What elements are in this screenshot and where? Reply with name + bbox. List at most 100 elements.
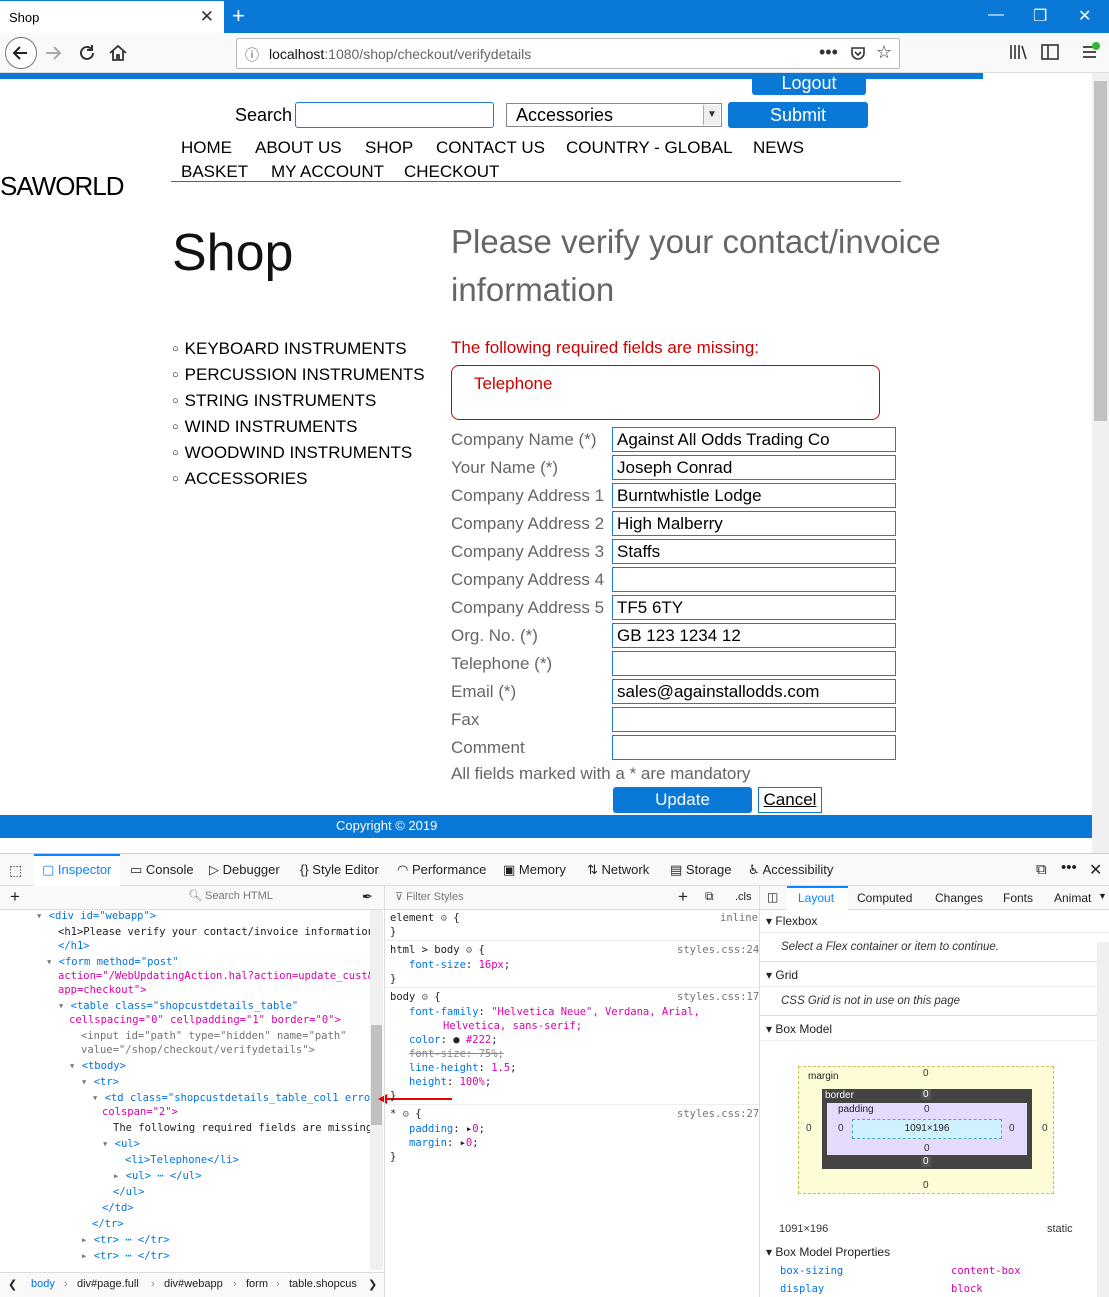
input-company-name[interactable]: Against All Odds Trading Co: [612, 427, 896, 452]
rule-selector[interactable]: element ⚙ {: [390, 912, 460, 924]
box-model-header[interactable]: ▾ Box Model: [766, 1022, 832, 1036]
category-wind[interactable]: WIND INSTRUMENTS: [172, 417, 358, 437]
browser-tab[interactable]: Shop ✕: [0, 1, 224, 33]
dock-icon[interactable]: ⧉: [1036, 861, 1047, 878]
html-line[interactable]: <h1>Please verify your contact/invoice i…: [58, 926, 374, 938]
menu-news[interactable]: NEWS: [753, 138, 804, 158]
bm-prop-value[interactable]: block: [951, 1283, 983, 1295]
category-select[interactable]: Accessories ▼: [506, 103, 722, 127]
rule-selector[interactable]: * ⚙ {: [390, 1108, 422, 1120]
minimize-icon[interactable]: —: [988, 6, 1004, 24]
chevron-down-icon[interactable]: ▼: [1098, 891, 1107, 901]
box-model-margin[interactable]: margin 0 0 0 0 border 0 0 padding 0 0 0 …: [798, 1066, 1054, 1194]
reload-button[interactable]: [76, 42, 98, 64]
breadcrumb-table[interactable]: table.shopcus: [289, 1278, 357, 1290]
eyedropper-icon[interactable]: ✒: [362, 889, 373, 905]
tab-computed[interactable]: Computed: [857, 891, 912, 905]
close-tab-icon[interactable]: ✕: [200, 7, 214, 27]
html-line-selected[interactable]: ▾ <td class="shopcustdetails_table_col1 …: [92, 1092, 383, 1104]
breadcrumb-right-icon[interactable]: ❯: [368, 1278, 377, 1291]
menu-country-global[interactable]: COUNTRY - GLOBAL: [566, 138, 733, 158]
border-bottom[interactable]: 0: [921, 1156, 931, 1167]
breadcrumb-page[interactable]: div#page.full: [77, 1278, 139, 1290]
add-node-icon[interactable]: +: [10, 887, 20, 907]
tab-inspector[interactable]: ▢ Inspector: [42, 862, 111, 878]
tab-performance[interactable]: ◠ Performance: [397, 862, 486, 878]
category-accessories[interactable]: ACCESSORIES: [172, 469, 308, 489]
flexbox-header[interactable]: ▾ Flexbox: [766, 914, 817, 928]
input-email[interactable]: sales@againstallodds.com: [612, 679, 896, 704]
close-devtools-icon[interactable]: ✕: [1089, 860, 1102, 880]
tab-fonts[interactable]: Fonts: [1003, 891, 1033, 905]
html-line[interactable]: ▾ <tr>: [81, 1076, 119, 1088]
tab-console[interactable]: ▭ Console: [130, 862, 194, 878]
markup-scrollbar[interactable]: [370, 910, 383, 1270]
close-window-icon[interactable]: ✕: [1078, 6, 1091, 26]
menu-my-account[interactable]: MY ACCOUNT: [271, 162, 384, 182]
toggle-pane-icon[interactable]: ◫: [767, 890, 778, 904]
html-line[interactable]: ▸ <tr> ⋯ </tr>: [81, 1250, 170, 1262]
menu-shop[interactable]: SHOP: [365, 138, 413, 158]
rule-source[interactable]: styles.css:27: [677, 1108, 759, 1120]
sidebar-icon[interactable]: [1040, 42, 1060, 62]
breadcrumb-webapp[interactable]: div#webapp: [164, 1278, 223, 1290]
input-address-3[interactable]: Staffs: [612, 539, 896, 564]
input-your-name[interactable]: Joseph Conrad: [612, 455, 896, 480]
html-line[interactable]: </tr>: [92, 1218, 124, 1230]
site-logo[interactable]: SAWORLD: [0, 171, 124, 202]
input-org-no[interactable]: GB 123 1234 12: [612, 623, 896, 648]
rule-source[interactable]: inline: [720, 912, 758, 924]
pocket-icon[interactable]: [849, 44, 867, 62]
tab-animations[interactable]: Animat: [1054, 891, 1091, 905]
html-line[interactable]: </ul>: [113, 1186, 145, 1198]
input-telephone[interactable]: [612, 651, 896, 676]
html-line[interactable]: value="/shop/checkout/verifydetails">: [81, 1044, 315, 1056]
rule-prop[interactable]: line-height: 1.5;: [409, 1062, 517, 1074]
cls-button[interactable]: .cls: [735, 891, 752, 903]
pick-element-icon[interactable]: ⬚: [9, 862, 22, 879]
html-line[interactable]: <input id="path" type="hidden" name="pat…: [81, 1030, 347, 1042]
rule-source[interactable]: styles.css:17: [677, 991, 759, 1003]
menu-contact-us[interactable]: CONTACT US: [436, 138, 545, 158]
margin-left[interactable]: 0: [806, 1123, 812, 1134]
search-html-input[interactable]: 🔍︎ Search HTML: [188, 889, 356, 907]
markup-scrollbar-thumb[interactable]: [371, 1025, 382, 1125]
html-line[interactable]: </h1>: [58, 940, 90, 952]
category-keyboard[interactable]: KEYBOARD INSTRUMENTS: [172, 339, 407, 359]
submit-button[interactable]: Submit: [728, 102, 868, 128]
border-top[interactable]: 0: [921, 1089, 931, 1100]
tab-network[interactable]: ⇅ Network: [587, 862, 649, 878]
tab-style-editor[interactable]: {} Style Editor: [300, 862, 379, 877]
padding-top[interactable]: 0: [924, 1104, 930, 1115]
more-options-icon[interactable]: •••: [1061, 859, 1077, 876]
rule-prop[interactable]: font-size: 16px;: [409, 959, 510, 971]
tab-accessibility[interactable]: ♿ Accessibility: [748, 862, 833, 878]
box-model-content[interactable]: 1091×196: [852, 1119, 1002, 1139]
page-scrollbar[interactable]: [1092, 73, 1109, 853]
bookmark-star-icon[interactable]: ☆: [876, 42, 892, 63]
restore-icon[interactable]: ❐: [1033, 6, 1047, 26]
chevron-down-icon[interactable]: ▼: [703, 105, 720, 125]
margin-top[interactable]: 0: [923, 1068, 929, 1079]
padding-bottom[interactable]: 0: [924, 1143, 930, 1154]
logout-button[interactable]: Logout: [752, 73, 866, 95]
cancel-button[interactable]: Cancel: [758, 787, 822, 813]
menu-checkout[interactable]: CHECKOUT: [404, 162, 499, 182]
url-bar[interactable]: ⓘ localhost:1080/shop/checkout/verifydet…: [236, 38, 900, 69]
grid-header[interactable]: ▾ Grid: [766, 968, 798, 982]
tab-storage[interactable]: ▤ Storage: [670, 862, 731, 878]
category-string[interactable]: STRING INSTRUMENTS: [172, 391, 377, 411]
rule-prop[interactable]: margin: ▸0;: [409, 1137, 479, 1149]
update-button[interactable]: Update: [613, 787, 752, 813]
category-woodwind[interactable]: WOODWIND INSTRUMENTS: [172, 443, 413, 463]
input-fax[interactable]: [612, 707, 896, 732]
layout-scrollbar[interactable]: [1097, 942, 1109, 1297]
html-line[interactable]: ▾ <ul>: [102, 1138, 140, 1150]
html-line[interactable]: ▸ <ul> ⋯ </ul>: [113, 1170, 202, 1182]
library-icon[interactable]: [1008, 42, 1028, 62]
html-line[interactable]: action="/WebUpdatingAction.hal?action=up…: [58, 970, 374, 982]
input-address-2[interactable]: High Malberry: [612, 511, 896, 536]
toggle-pseudo-icon[interactable]: ⧉: [705, 889, 714, 904]
html-line[interactable]: </td>: [102, 1202, 134, 1214]
tab-debugger[interactable]: ▷ Debugger: [209, 862, 280, 878]
